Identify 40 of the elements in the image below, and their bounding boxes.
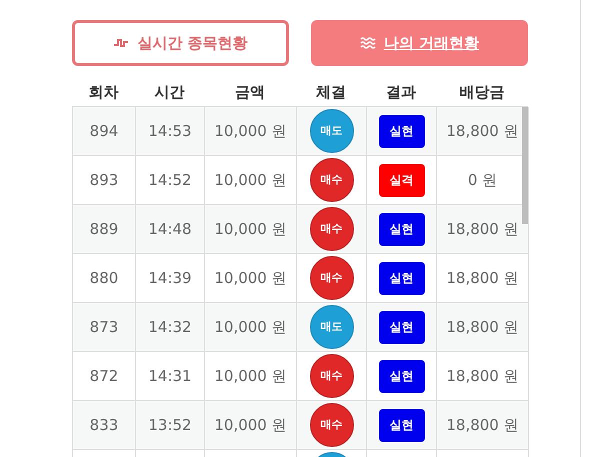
result-badge: 실현	[378, 310, 424, 344]
result-badge: 실현	[378, 212, 424, 246]
table-cell: 873	[73, 303, 136, 352]
tab-button[interactable]: 실시간 종목현황	[72, 20, 289, 66]
table-cell: 10,000 원	[205, 303, 297, 352]
trade-side-badge: 매수	[310, 158, 354, 202]
column-header: 결과	[385, 82, 417, 103]
result-badge: 실현	[378, 262, 424, 294]
column-header: 금액	[234, 82, 266, 103]
column-header: 회차	[88, 82, 120, 103]
result-badge: 실현	[378, 408, 424, 442]
table-cell: 14:32	[136, 303, 205, 352]
table-cell: 14:53	[136, 107, 205, 156]
column-header: 시간	[154, 82, 186, 103]
table-cell: 889	[73, 205, 136, 254]
trade-side-badge: 매도	[310, 109, 354, 153]
table-cell: 13:52	[136, 401, 205, 450]
column-header: 체결	[315, 82, 347, 103]
result-badge: 실격	[378, 164, 424, 196]
trade-side-badge: 매도	[310, 305, 354, 349]
table-cell: 18,800 원	[437, 303, 529, 352]
table-cell: 18,800 원	[437, 401, 529, 450]
table-cell: 894	[73, 107, 136, 156]
waves-icon	[360, 37, 376, 49]
trade-side-badge: 매수	[310, 207, 354, 251]
trade-side-badge: 매수	[310, 403, 354, 447]
scrollbar[interactable]	[522, 107, 528, 224]
trade-side-badge: 매수	[310, 256, 354, 300]
column-header: 배당금	[458, 82, 506, 103]
table-cell: 14:48	[136, 205, 205, 254]
trade-side-badge: 매수	[310, 354, 354, 398]
pulse-icon	[113, 37, 130, 49]
table-cell: 10,000 원	[205, 205, 297, 254]
table-cell: 18,800 원	[437, 107, 529, 156]
result-badge: 실현	[378, 114, 424, 148]
table-cell: 10,000 원	[205, 401, 297, 450]
table-cell: 10,000 원	[205, 107, 297, 156]
table-cell: 18,800 원	[437, 205, 529, 254]
table-cell: 833	[73, 401, 136, 450]
result-badge: 실현	[378, 360, 424, 392]
